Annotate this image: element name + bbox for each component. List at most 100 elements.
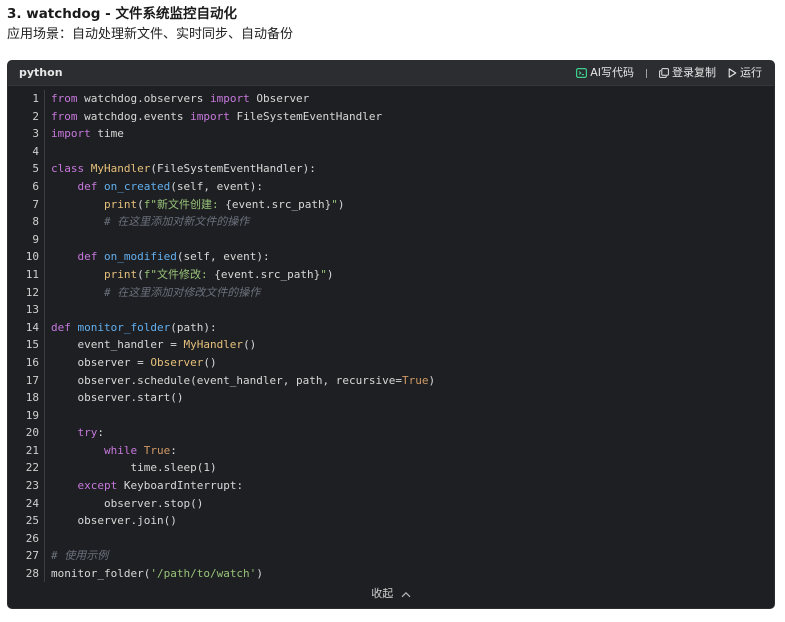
line-number: 28 xyxy=(25,567,39,581)
code-line: time.sleep(1) xyxy=(51,459,774,477)
code-token: Observer xyxy=(150,355,204,369)
code-token: # 使用示例 xyxy=(51,549,109,563)
code-line: # 使用示例 xyxy=(51,547,774,565)
section-title: 3. watchdog - 文件系统监控自动化 xyxy=(7,6,237,22)
code-block: python AI写代码 登录复制 运行 1 2 3 4 5 6 7 8 9 1… xyxy=(7,60,775,609)
code-token: : xyxy=(170,443,177,457)
copy-button[interactable]: 登录复制 xyxy=(659,65,716,81)
line-number: 5 xyxy=(32,162,39,176)
code-actions: AI写代码 登录复制 运行 xyxy=(576,65,762,81)
line-number: 16 xyxy=(25,355,39,369)
code-token: watchdog.events xyxy=(77,109,191,123)
code-line: observer.join() xyxy=(51,512,774,530)
code-token: Observer xyxy=(249,92,310,105)
run-label: 运行 xyxy=(740,66,762,79)
code-line: def monitor_folder(path): xyxy=(51,319,774,337)
code-token: def xyxy=(77,179,98,193)
code-token: " xyxy=(331,197,338,211)
code-token: import xyxy=(190,109,230,123)
line-number: 8 xyxy=(32,215,39,229)
line-number: 26 xyxy=(25,531,39,545)
code-line: event_handler = MyHandler() xyxy=(51,336,774,354)
code-token: True xyxy=(143,443,171,457)
code-token: observer.stop() xyxy=(51,496,204,510)
code-token: () xyxy=(243,338,257,352)
code-token: observer.start() xyxy=(51,391,184,405)
code-line: observer.stop() xyxy=(51,495,774,513)
line-number: 27 xyxy=(25,549,39,563)
code-header: python AI写代码 登录复制 运行 xyxy=(8,61,774,86)
code-token: (FileSystemEventHandler): xyxy=(150,162,316,176)
code-line: try: xyxy=(51,424,774,442)
code-token: True xyxy=(402,373,429,387)
line-number: 7 xyxy=(32,197,39,211)
line-number: 20 xyxy=(25,426,39,440)
code-token: {event.src_path} xyxy=(214,267,321,281)
code-line: from watchdog.observers import Observer xyxy=(51,90,774,108)
code-token: from xyxy=(51,109,78,123)
line-number: 11 xyxy=(25,267,39,281)
code-token: # 在这里添加对新文件的操作 xyxy=(103,215,250,229)
collapse-button[interactable]: 收起 xyxy=(8,586,774,602)
code-token: on_created xyxy=(104,179,171,193)
code-token: time.sleep(1) xyxy=(51,461,217,475)
line-number: 15 xyxy=(25,338,39,352)
line-number-gutter: 1 2 3 4 5 6 7 8 9 10 11 12 13 14 15 16 17 18 19 20 21 22 23 24 2… xyxy=(8,90,45,582)
code-token: print xyxy=(103,197,138,211)
line-number: 6 xyxy=(32,179,39,193)
line-number: 14 xyxy=(25,320,39,334)
copy-icon xyxy=(659,68,669,78)
code-token: ) xyxy=(428,373,436,387)
code-line: monitor_folder('/path/to/watch') xyxy=(51,565,774,583)
line-number: 2 xyxy=(32,109,39,123)
code-token: print xyxy=(103,267,138,281)
code-token: watchdog.observers xyxy=(77,92,210,105)
code-token: MyHandler xyxy=(84,162,151,176)
code-line: except KeyboardInterrupt: xyxy=(51,477,774,495)
code-token: ) xyxy=(256,567,263,581)
ai-code-button[interactable]: AI写代码 xyxy=(576,65,634,81)
code-line: # 在这里添加对新文件的操作 xyxy=(51,213,774,231)
code-line: from watchdog.events import FileSystemEv… xyxy=(51,108,774,126)
code-lines[interactable]: from watchdog.observers import Observer f… xyxy=(51,90,774,583)
code-token: from xyxy=(51,92,78,105)
code-line: def on_created(self, event): xyxy=(51,178,774,196)
code-token: class xyxy=(51,162,85,176)
line-number: 12 xyxy=(25,285,39,299)
code-token: # 在这里添加对修改文件的操作 xyxy=(103,285,261,299)
line-number: 23 xyxy=(25,479,39,493)
code-line: class MyHandler(FileSystemEventHandler): xyxy=(51,160,774,178)
code-token: while xyxy=(103,443,138,457)
code-token: on_modified xyxy=(104,250,177,264)
code-token: monitor_folder xyxy=(77,320,171,334)
code-token: MyHandler xyxy=(183,338,244,352)
code-token: ( xyxy=(137,197,144,211)
code-line: observer = Observer() xyxy=(51,354,774,372)
code-token: (self, event): xyxy=(176,250,270,264)
line-number: 24 xyxy=(25,496,39,510)
line-number: 9 xyxy=(32,232,39,246)
code-token: ) xyxy=(326,267,334,281)
code-token: KeyboardInterrupt: xyxy=(117,479,244,493)
code-line: def on_modified(self, event): xyxy=(51,248,774,266)
code-token: observer.schedule(event_handler, path, r… xyxy=(51,373,402,387)
code-token: try xyxy=(77,426,98,440)
code-token: (path): xyxy=(170,320,217,334)
line-number: 22 xyxy=(25,461,39,475)
code-token: '/path/to/watch' xyxy=(150,567,257,581)
code-token: def xyxy=(77,250,98,264)
line-number: 4 xyxy=(32,144,39,158)
line-number: 19 xyxy=(25,408,39,422)
code-token: monitor_folder( xyxy=(51,567,151,581)
run-button[interactable]: 运行 xyxy=(728,65,762,81)
divider xyxy=(646,68,647,78)
